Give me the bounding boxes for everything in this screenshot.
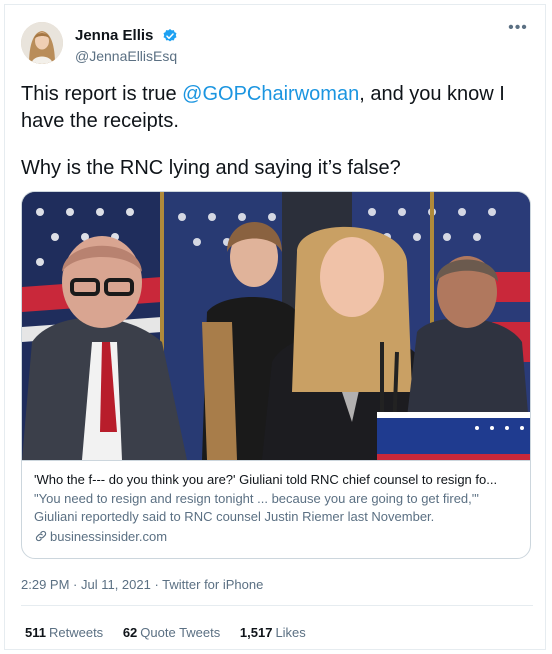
card-domain: businessinsider.com xyxy=(34,528,520,546)
more-options-icon[interactable]: ••• xyxy=(507,20,529,39)
author-handle[interactable]: @JennaEllisEsq xyxy=(75,48,178,64)
mention-link[interactable]: @GOPChairwoman xyxy=(182,83,359,105)
tweet-meta: 2:29 PM · Jul 11, 2021 · Twitter for iPh… xyxy=(21,577,263,592)
card-description: "You need to resign and resign tonight .… xyxy=(34,491,479,524)
tweet-paragraph-1: This report is true @GOPChairwoman, and … xyxy=(21,81,533,135)
card-image xyxy=(22,192,530,460)
tweet-container: Jenna Ellis @JennaEllisEsq ••• This repo… xyxy=(4,4,546,650)
author-display-name[interactable]: Jenna Ellis xyxy=(75,27,153,44)
press-conference-photo xyxy=(22,192,530,460)
likes-stat[interactable]: 1,517 Likes xyxy=(240,625,306,640)
link-icon xyxy=(35,530,47,542)
tweet-text: This report is true @GOPChairwoman, and … xyxy=(21,81,533,182)
author-info: Jenna Ellis @JennaEllisEsq xyxy=(75,27,178,64)
retweets-label: Retweets xyxy=(48,625,104,640)
quote-tweets-stat[interactable]: 62 Quote Tweets xyxy=(123,625,220,640)
tweet-header: Jenna Ellis @JennaEllisEsq ••• xyxy=(21,19,533,69)
card-title: 'Who the f--- do you think you are?' Giu… xyxy=(34,472,498,487)
tweet-text-part: This report is true xyxy=(21,83,183,105)
tweet-timestamp[interactable]: 2:29 PM · Jul 11, 2021 xyxy=(21,577,151,592)
likes-count: 1,517 xyxy=(239,625,273,640)
likes-label: Likes xyxy=(275,625,306,640)
engagement-stats: 511 Retweets 62 Quote Tweets 1,517 Likes xyxy=(25,625,322,640)
divider xyxy=(21,605,533,606)
tweet-source[interactable]: Twitter for iPhone xyxy=(162,577,263,592)
retweets-stat[interactable]: 511 Retweets xyxy=(25,625,103,640)
avatar-portrait-image xyxy=(21,22,63,64)
retweets-count: 511 xyxy=(25,625,46,640)
card-body: 'Who the f--- do you think you are?' Giu… xyxy=(22,460,530,558)
quote-tweets-label: Quote Tweets xyxy=(140,625,221,640)
card-domain-text: businessinsider.com xyxy=(50,529,168,544)
quote-tweets-count: 62 xyxy=(122,625,138,640)
avatar[interactable] xyxy=(21,22,63,64)
tweet-paragraph-2: Why is the RNC lying and saying it’s fal… xyxy=(21,157,401,179)
verified-badge-icon xyxy=(163,28,177,42)
link-preview-card[interactable]: 'Who the f--- do you think you are?' Giu… xyxy=(21,191,531,559)
meta-separator: · xyxy=(150,577,163,592)
